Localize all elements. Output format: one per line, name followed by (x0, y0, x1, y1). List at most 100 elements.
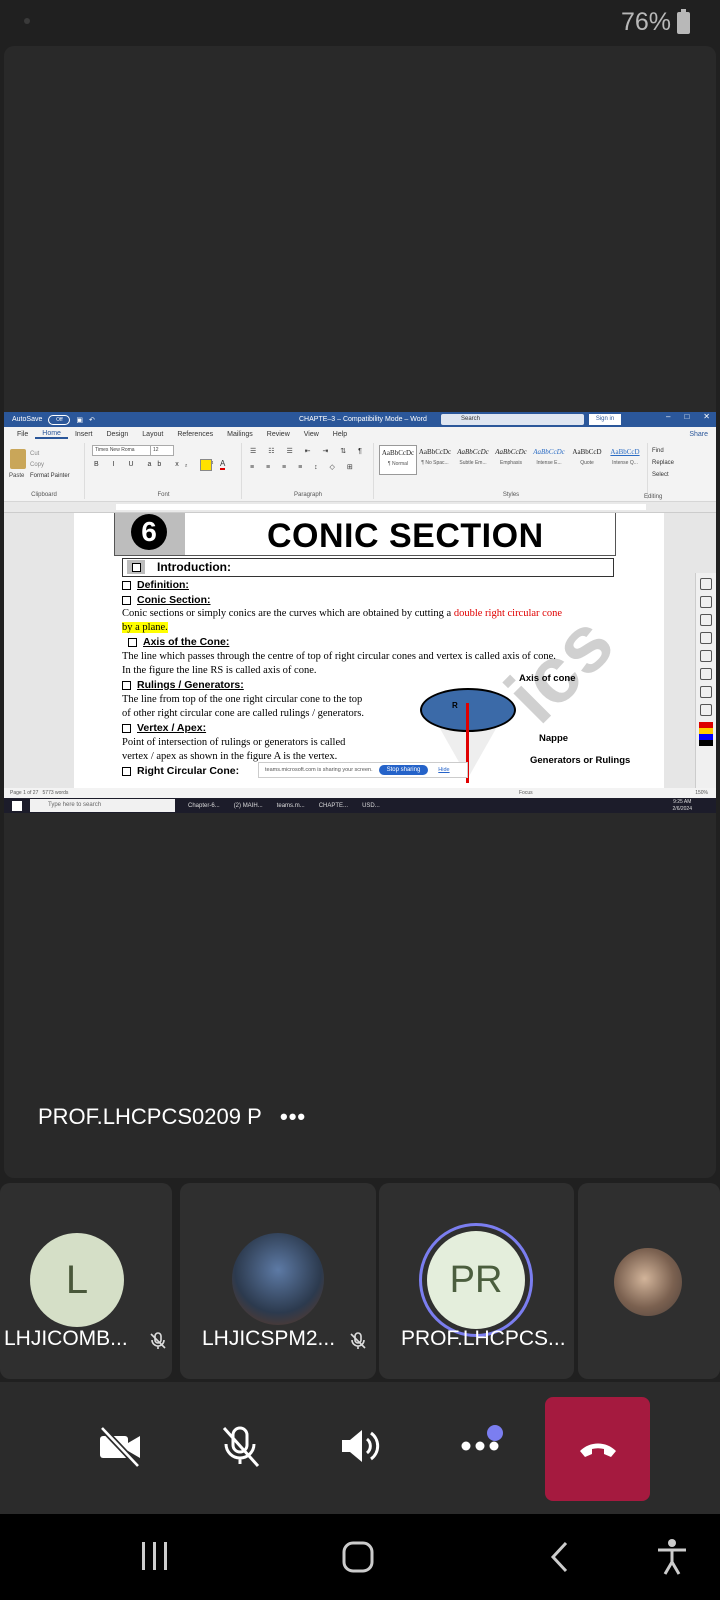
pointer-tool-icon[interactable] (700, 596, 712, 608)
tab-help[interactable]: Help (326, 431, 354, 438)
ruler[interactable] (4, 502, 716, 513)
fig-label-r: R (452, 701, 458, 710)
conic-text-highlight: by a plane. (122, 622, 168, 633)
font-size-select[interactable]: 12 (150, 445, 174, 456)
style-quote[interactable]: AaBbCcD Quote (569, 445, 605, 473)
tab-insert[interactable]: Insert (68, 431, 100, 438)
taskbar-item-word[interactable]: CHAPTE... (316, 803, 351, 809)
font-name-select[interactable]: Times New Roma (92, 445, 152, 456)
list-buttons[interactable]: ☰ ☷ ☰ ⇤ ⇥ ⇅ ¶ (250, 447, 367, 455)
paste-icon[interactable] (10, 449, 26, 469)
cut-button[interactable]: Cut (30, 449, 70, 460)
taskbar-item-teams[interactable]: teams.m... (274, 803, 308, 809)
replace-button[interactable]: Replace (652, 457, 674, 469)
rulings-text-line2: of other right circular cone are called … (122, 708, 364, 719)
focus-button[interactable]: Focus (519, 788, 533, 798)
accessibility-icon[interactable] (656, 1538, 688, 1576)
recent-apps-icon[interactable] (140, 1540, 170, 1572)
save-icon[interactable]: ▣ (76, 416, 83, 424)
pencil-tool-icon[interactable] (700, 614, 712, 626)
participant-tile-4[interactable] (578, 1183, 720, 1379)
signin-button[interactable]: Sign in (589, 414, 621, 425)
select-button[interactable]: Select (652, 469, 674, 481)
conic-text-red: double right circular cone (453, 608, 562, 619)
undo-icon[interactable]: ↶ (89, 416, 95, 424)
style-name: Intense E... (536, 460, 562, 466)
definition-heading: Definition: (122, 579, 189, 591)
style-name: Emphasis (500, 460, 522, 466)
font-color-icon[interactable]: A (220, 460, 226, 470)
intro-text: Introduction: (157, 560, 231, 574)
highlight-icon[interactable] (200, 459, 212, 471)
taskbar-item-chapter[interactable]: Chapter-6... (185, 803, 223, 809)
style-sample: AaBbCcDc (418, 448, 452, 456)
editing-label: Editing (644, 494, 663, 500)
tab-design[interactable]: Design (99, 431, 135, 438)
word-status-bar: Page 1 of 27 5773 words Focus 150% (4, 788, 716, 798)
participant-tile-2[interactable]: LHJICSPM2... (180, 1183, 376, 1379)
share-button[interactable]: Share (689, 431, 708, 438)
stop-sharing-button[interactable]: Stop sharing (378, 765, 429, 775)
conic-section-text: Conic Section: (137, 594, 211, 606)
conic-section-heading: Conic Section: (122, 594, 211, 606)
taskbar-clock: 9:25 AM 2/6/2024 (673, 799, 692, 813)
windows-start-icon[interactable] (12, 800, 22, 811)
hang-up-button[interactable] (545, 1397, 650, 1501)
hide-link[interactable]: Hide (438, 767, 449, 773)
participant-name: LHJICOMB... (4, 1327, 128, 1350)
axis-text-line2: In the figure the line RS is called axis… (122, 665, 317, 676)
autosave-toggle[interactable]: Off (48, 414, 71, 425)
color-palette-icon[interactable] (699, 722, 713, 746)
marker-tool-icon[interactable] (700, 632, 712, 644)
taskbar-weather[interactable]: USD... (359, 803, 383, 809)
document-area[interactable]: 6 CONIC SECTION ics Introduction: Defini… (4, 513, 716, 803)
find-button[interactable]: Find (652, 445, 674, 457)
tab-references[interactable]: References (170, 431, 220, 438)
home-icon[interactable] (341, 1540, 375, 1574)
participant-tile-3[interactable]: PR PROF.LHCPCS... (379, 1183, 574, 1379)
zoom-level[interactable]: 150% (695, 788, 708, 798)
trash-tool-icon[interactable] (700, 686, 712, 698)
tab-home[interactable]: Home (35, 430, 68, 439)
tab-mailings[interactable]: Mailings (220, 431, 260, 438)
speaker-icon[interactable] (336, 1422, 384, 1470)
align-buttons[interactable]: ≡ ≡ ≡ ≡ ↕ ◇ ⊞ (250, 463, 358, 471)
participant-tile-1[interactable]: L LHJICOMB... (0, 1183, 172, 1379)
style-sample: AaBbCcD (572, 448, 602, 456)
document-page[interactable]: 6 CONIC SECTION ics Introduction: Defini… (74, 513, 664, 793)
rulings-text-line1: The line from top of the one right circu… (122, 694, 363, 705)
tab-view[interactable]: View (297, 431, 326, 438)
maximize-icon[interactable]: □ (684, 412, 689, 421)
style-intense-emphasis[interactable]: AaBbCcDc Intense E... (531, 445, 567, 473)
style-normal[interactable]: AaBbCcDc ¶ Normal (379, 445, 417, 475)
style-no-spacing[interactable]: AaBbCcDc ¶ No Spac... (417, 445, 453, 473)
close-icon[interactable]: ✕ (703, 412, 710, 421)
taskbar-search[interactable]: Type here to search (30, 799, 175, 812)
presenter-more-button[interactable]: ••• (280, 1104, 306, 1130)
word-title-bar: AutoSave Off ▣ ↶ CHAPTE–3 – Compatibilit… (4, 412, 716, 427)
undo-tool-icon[interactable] (700, 668, 712, 680)
minimize-icon[interactable]: – (666, 412, 670, 421)
tab-layout[interactable]: Layout (135, 431, 170, 438)
eraser-tool-icon[interactable] (700, 650, 712, 662)
style-subtle-emphasis[interactable]: AaBbCcDc Subtle Em... (455, 445, 491, 473)
pen-tool-icon[interactable] (700, 578, 712, 590)
sharing-banner: teams.microsoft.com is sharing your scre… (258, 762, 468, 778)
title-search-box[interactable]: Search (441, 414, 584, 425)
camera-off-icon[interactable] (96, 1422, 144, 1470)
copy-button[interactable]: Copy (30, 460, 70, 471)
back-icon[interactable] (548, 1540, 570, 1574)
shared-screen[interactable]: AutoSave Off ▣ ↶ CHAPTE–3 – Compatibilit… (4, 412, 716, 813)
tab-review[interactable]: Review (260, 431, 297, 438)
taskbar-item-maih[interactable]: (2) MAIH... (231, 803, 266, 809)
tab-file[interactable]: File (10, 431, 35, 438)
style-emphasis[interactable]: AaBbCcDc Emphasis (493, 445, 529, 473)
styles-label: Styles (502, 492, 520, 498)
style-intense-quote[interactable]: AaBbCcD Intense Q... (607, 445, 643, 473)
format-painter-button[interactable]: Format Painter (30, 471, 70, 482)
chapter-header: 6 CONIC SECTION (114, 513, 616, 556)
mic-off-icon[interactable] (216, 1422, 264, 1470)
camera-tool-icon[interactable] (700, 704, 712, 716)
rcc-heading: Right Circular Cone: (122, 765, 239, 777)
android-nav-bar (0, 1514, 720, 1600)
